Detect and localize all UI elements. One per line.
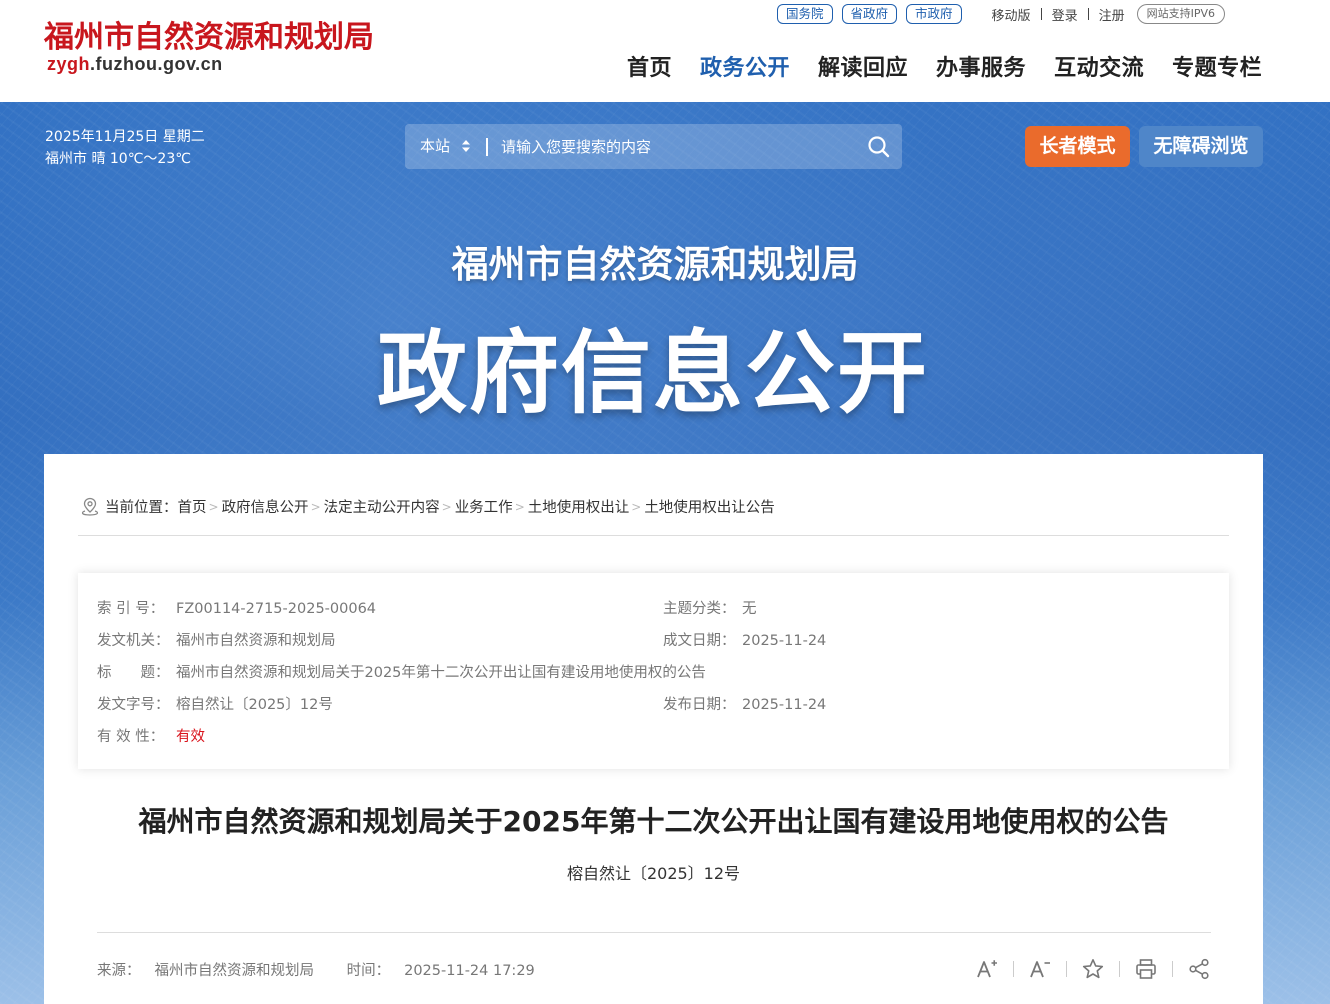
date-weather: 2025年11月25日 星期二 福州市 晴 10℃～23℃ xyxy=(45,126,205,170)
search-scope-select[interactable]: 本站 xyxy=(420,124,450,169)
divider xyxy=(1066,961,1067,977)
divider xyxy=(1040,8,1042,20)
content-panel: 当前位置： 首页 > 政府信息公开 > 法定主动公开内容 > 业务工作 > 土地… xyxy=(44,454,1263,1004)
nav-services[interactable]: 办事服务 xyxy=(936,50,1026,82)
nav-interaction[interactable]: 互动交流 xyxy=(1054,50,1144,82)
nav-home[interactable]: 首页 xyxy=(627,50,672,82)
ipv6-badge: 网站支持IPV6 xyxy=(1136,4,1225,24)
meta-key: 发布日期： xyxy=(663,697,736,713)
meta-key: 主题分类： xyxy=(663,601,736,617)
print-icon[interactable] xyxy=(1133,956,1159,982)
banner-subtitle: 福州市自然资源和规划局 xyxy=(451,243,859,286)
document-info: 来源： 福州市自然资源和规划局 时间： 2025-11-24 17:29 xyxy=(97,959,563,980)
chevron-right-icon: > xyxy=(631,499,642,514)
meta-key: 发文字号： xyxy=(97,697,170,713)
meta-key: 成文日期： xyxy=(663,633,736,649)
nav-topics[interactable]: 专题专栏 xyxy=(1172,50,1262,82)
site-logo-title[interactable]: 福州市自然资源和规划局 xyxy=(44,12,374,56)
site-logo-domain[interactable]: zygh.fuzhou.gov.cn xyxy=(47,54,223,75)
site-header: 福州市自然资源和规划局 zygh.fuzhou.gov.cn 国务院 省政府 市… xyxy=(0,0,1330,102)
main-nav: 首页 政务公开 解读回应 办事服务 互动交流 专题专栏 xyxy=(627,50,1262,82)
breadcrumb-land-notice[interactable]: 土地使用权出让公告 xyxy=(644,496,775,517)
breadcrumb-home[interactable]: 首页 xyxy=(178,496,207,517)
font-decrease-icon[interactable] xyxy=(1027,956,1053,982)
time-info: 时间： 2025-11-24 17:29 xyxy=(347,963,549,979)
nav-gov-affairs[interactable]: 政务公开 xyxy=(700,50,790,82)
search-bar: 本站 xyxy=(405,124,902,169)
divider xyxy=(1087,8,1089,20)
breadcrumb-statutory[interactable]: 法定主动公开内容 xyxy=(324,496,440,517)
meta-value: 2025-11-24 xyxy=(742,697,827,713)
source-label: 来源： xyxy=(97,963,141,979)
divider xyxy=(1119,961,1120,977)
link-state-council[interactable]: 国务院 xyxy=(777,4,833,24)
meta-key: 发文机关： xyxy=(97,633,170,649)
time-label: 时间： xyxy=(346,963,391,979)
link-city-gov[interactable]: 市政府 xyxy=(906,4,962,24)
meta-docno: 发文字号： 榕自然让〔2025〕12号 xyxy=(97,693,333,714)
breadcrumb-gov-info[interactable]: 政府信息公开 xyxy=(222,496,309,517)
banner-title: 政府信息公开 xyxy=(377,321,929,426)
domain-prefix: zygh xyxy=(47,54,91,74)
meta-created: 成文日期： 2025-11-24 xyxy=(663,629,826,650)
validity-status: 有效 xyxy=(176,729,205,745)
meta-key: 标 题： xyxy=(97,665,170,681)
top-links: 国务院 省政府 市政府 移动版 登录 注册 网站支持IPV6 xyxy=(777,3,1225,25)
favorite-star-icon[interactable] xyxy=(1080,956,1106,982)
breadcrumb: 当前位置： 首页 > 政府信息公开 > 法定主动公开内容 > 业务工作 > 土地… xyxy=(81,496,775,517)
meta-value: 福州市自然资源和规划局关于2025年第十二次公开出让国有建设用地使用权的公告 xyxy=(176,665,706,681)
divider xyxy=(1172,961,1173,977)
location-pin-icon xyxy=(81,497,99,516)
divider xyxy=(97,932,1211,933)
nav-interpretation[interactable]: 解读回应 xyxy=(818,50,908,82)
meta-value: 榕自然让〔2025〕12号 xyxy=(176,697,333,713)
breadcrumb-business[interactable]: 业务工作 xyxy=(455,496,513,517)
document-meta-box: 索 引 号： FZ00114-2715-2025-00064 主题分类： 无 发文机… xyxy=(78,573,1229,769)
meta-topic: 主题分类： 无 xyxy=(663,597,757,618)
time-value: 2025-11-24 17:29 xyxy=(404,963,535,979)
meta-published: 发布日期： 2025-11-24 xyxy=(663,693,826,714)
share-icon[interactable] xyxy=(1186,956,1212,982)
link-register[interactable]: 注册 xyxy=(1099,5,1125,24)
chevron-right-icon: > xyxy=(310,499,321,514)
font-increase-icon[interactable] xyxy=(974,956,1000,982)
search-icon[interactable] xyxy=(867,135,891,159)
meta-value: 无 xyxy=(742,601,757,617)
source-value: 福州市自然资源和规划局 xyxy=(154,963,315,979)
search-input[interactable] xyxy=(497,131,857,162)
elder-mode-button[interactable]: 长者模式 xyxy=(1025,126,1130,167)
accessibility-button[interactable]: 无障碍浏览 xyxy=(1139,126,1263,167)
breadcrumb-land-transfer[interactable]: 土地使用权出让 xyxy=(528,496,630,517)
link-login[interactable]: 登录 xyxy=(1052,5,1078,24)
document-number: 榕自然让〔2025〕12号 xyxy=(566,864,741,883)
meta-value: 2025-11-24 xyxy=(742,633,827,649)
breadcrumb-label: 当前位置： xyxy=(105,500,178,516)
source-info: 来源： 福州市自然资源和规划局 xyxy=(97,963,328,979)
document-title: 福州市自然资源和规划局关于2025年第十二次公开出让国有建设用地使用权的公告 xyxy=(138,805,1169,838)
meta-issuer: 发文机关： 福州市自然资源和规划局 xyxy=(97,629,336,650)
domain-rest: .fuzhou.gov.cn xyxy=(90,54,223,74)
article-tools xyxy=(974,956,1212,982)
meta-value: 福州市自然资源和规划局 xyxy=(176,633,336,649)
meta-validity: 有 效 性： 有效 xyxy=(97,725,205,746)
meta-key: 索 引 号： xyxy=(97,601,165,617)
chevron-right-icon: > xyxy=(208,499,219,514)
meta-key: 有 效 性： xyxy=(97,729,165,745)
link-provincial-gov[interactable]: 省政府 xyxy=(841,4,898,24)
meta-title: 标 题： 福州市自然资源和规划局关于2025年第十二次公开出让国有建设用地使用权的… xyxy=(97,661,706,682)
scope-updown-icon[interactable] xyxy=(461,139,471,153)
meta-value: FZ00114-2715-2025-00064 xyxy=(176,601,377,617)
link-mobile[interactable]: 移动版 xyxy=(992,5,1031,24)
meta-index: 索 引 号： FZ00114-2715-2025-00064 xyxy=(97,597,376,618)
chevron-right-icon: > xyxy=(441,499,452,514)
divider xyxy=(1013,961,1014,977)
weather: 福州市 晴 10℃～23℃ xyxy=(45,151,191,167)
search-divider xyxy=(486,138,488,156)
divider xyxy=(78,535,1229,536)
chevron-right-icon: > xyxy=(514,499,525,514)
current-date: 2025年11月25日 星期二 xyxy=(45,129,205,145)
